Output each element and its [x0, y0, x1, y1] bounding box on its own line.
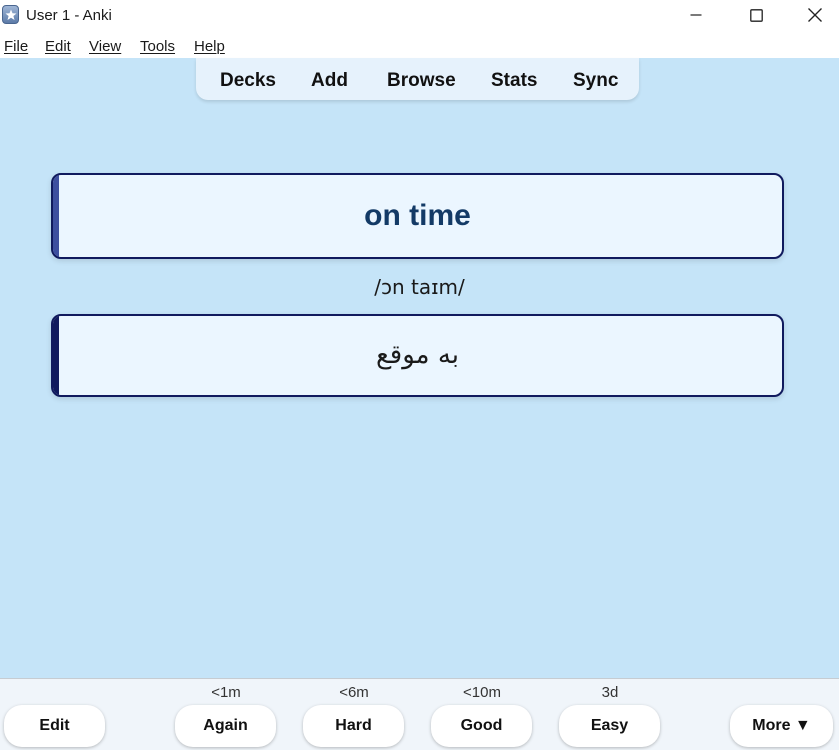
minimize-icon	[690, 14, 702, 16]
minimize-button[interactable]	[673, 0, 719, 30]
sync-link[interactable]: Sync	[573, 70, 618, 92]
again-interval: <1m	[211, 684, 241, 701]
menu-help[interactable]: Help	[194, 38, 225, 55]
easy-button[interactable]: Easy	[559, 705, 660, 747]
again-button[interactable]: Again	[175, 705, 276, 747]
hard-interval: <6m	[339, 684, 369, 701]
maximize-button[interactable]	[733, 0, 779, 30]
browse-link[interactable]: Browse	[387, 70, 456, 92]
menu-tools[interactable]: Tools	[140, 38, 175, 55]
hard-button[interactable]: Hard	[303, 705, 404, 747]
card-front-text: on time	[364, 199, 471, 232]
edit-button[interactable]: Edit	[4, 705, 105, 747]
decks-link[interactable]: Decks	[220, 70, 276, 92]
stats-link[interactable]: Stats	[491, 70, 537, 92]
card-back-box: به موقع	[51, 314, 784, 397]
add-link[interactable]: Add	[311, 70, 348, 92]
card-back-text: به موقع	[375, 340, 460, 370]
answer-bar: <1m <6m <10m 3d Edit Again Hard Good Eas…	[0, 678, 839, 750]
menu-file[interactable]: File	[4, 38, 28, 55]
menu-bar: File Edit View Tools Help	[0, 32, 839, 58]
good-interval: <10m	[463, 684, 501, 701]
window-title: User 1 - Anki	[26, 7, 112, 24]
close-icon	[808, 8, 822, 22]
card-front-box: on time	[51, 173, 784, 259]
title-bar: User 1 - Anki	[0, 0, 839, 32]
menu-view[interactable]: View	[89, 38, 121, 55]
anki-logo-icon	[2, 5, 19, 24]
menu-edit[interactable]: Edit	[45, 38, 71, 55]
close-button[interactable]	[792, 0, 838, 30]
easy-interval: 3d	[601, 684, 619, 701]
more-button[interactable]: More ▼	[730, 705, 833, 747]
maximize-icon	[749, 8, 763, 22]
pronunciation-text: /ɔn taɪm/	[374, 275, 465, 299]
anki-window: User 1 - Anki File Edit View Tools Help …	[0, 0, 839, 750]
good-button[interactable]: Good	[431, 705, 532, 747]
main-toolbar: Decks Add Browse Stats Sync	[196, 58, 639, 100]
